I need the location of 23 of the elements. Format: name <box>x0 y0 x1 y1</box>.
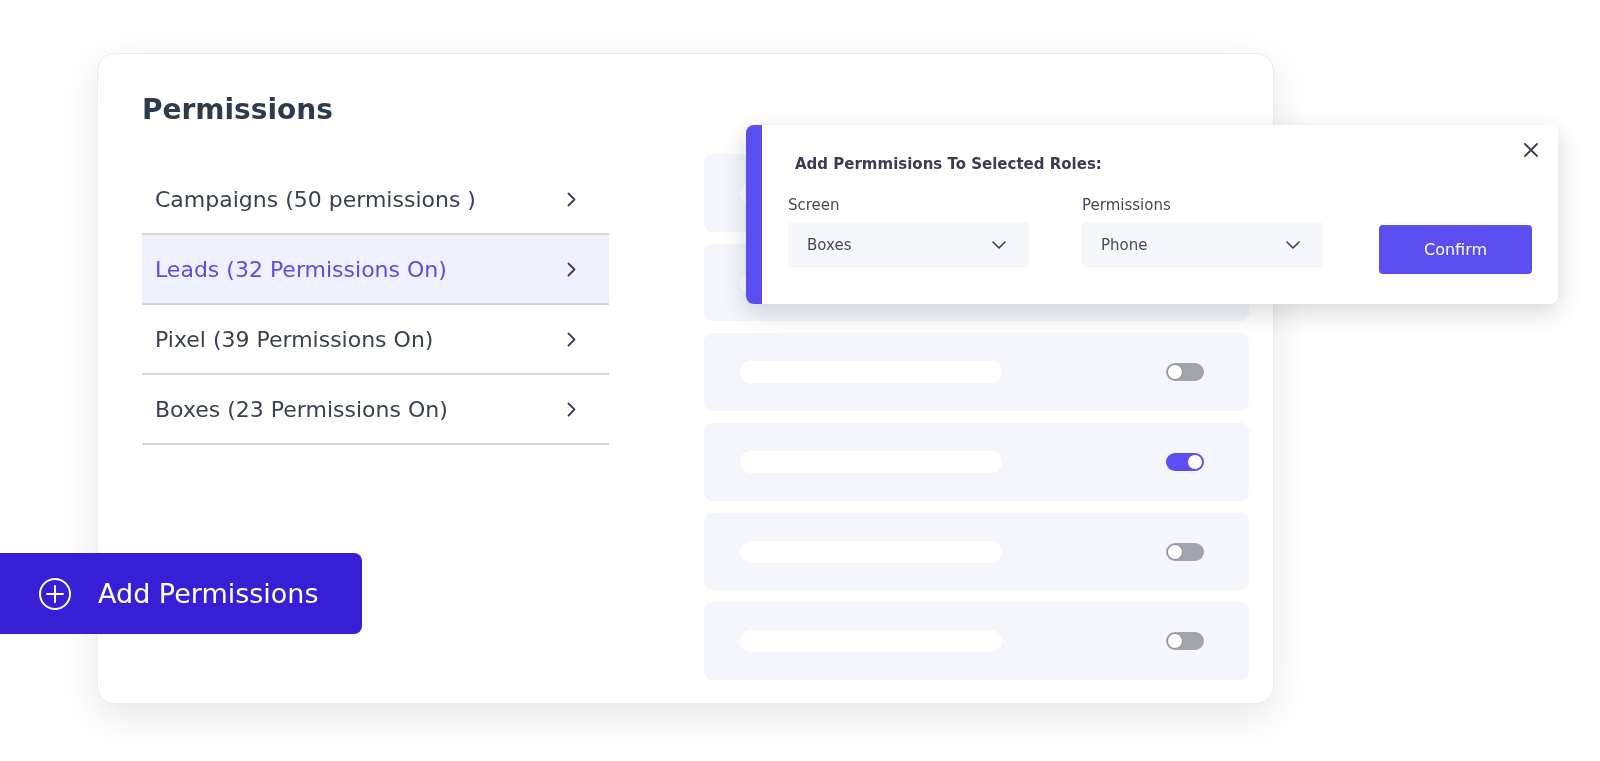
toggle-switch[interactable] <box>1166 452 1204 471</box>
confirm-button[interactable]: Confirm <box>1379 225 1532 274</box>
chevron-down-icon <box>1286 241 1300 249</box>
dropdown-field[interactable]: Phone <box>1082 222 1323 268</box>
dropdown-field[interactable]: Boxes <box>788 222 1029 268</box>
chevron-right-icon <box>567 331 577 347</box>
toggle-switch[interactable] <box>1166 632 1204 651</box>
chevron-right-icon <box>567 191 577 207</box>
close-icon[interactable] <box>1524 143 1538 157</box>
add-permissions-button[interactable]: Add Permissions <box>0 553 362 634</box>
toggle-switch[interactable] <box>1166 363 1204 382</box>
chevron-right-icon <box>567 261 577 277</box>
chevron-right-icon <box>567 401 577 417</box>
category-item[interactable]: Boxes (23 Permissions On) <box>142 375 610 445</box>
toggle-switch[interactable] <box>1166 542 1204 561</box>
dialog-title: Add Permmisions To Selected Roles: <box>794 154 1102 174</box>
field-label: Permissions <box>1082 196 1171 214</box>
plus-circle-icon <box>39 577 71 610</box>
category-item[interactable]: Leads (32 Permissions On) <box>142 235 610 305</box>
field-label: Screen <box>788 196 840 214</box>
panel-title: Permissions <box>142 93 333 127</box>
category-item[interactable]: Pixel (39 Permissions On) <box>142 305 610 375</box>
chevron-down-icon <box>992 241 1006 249</box>
